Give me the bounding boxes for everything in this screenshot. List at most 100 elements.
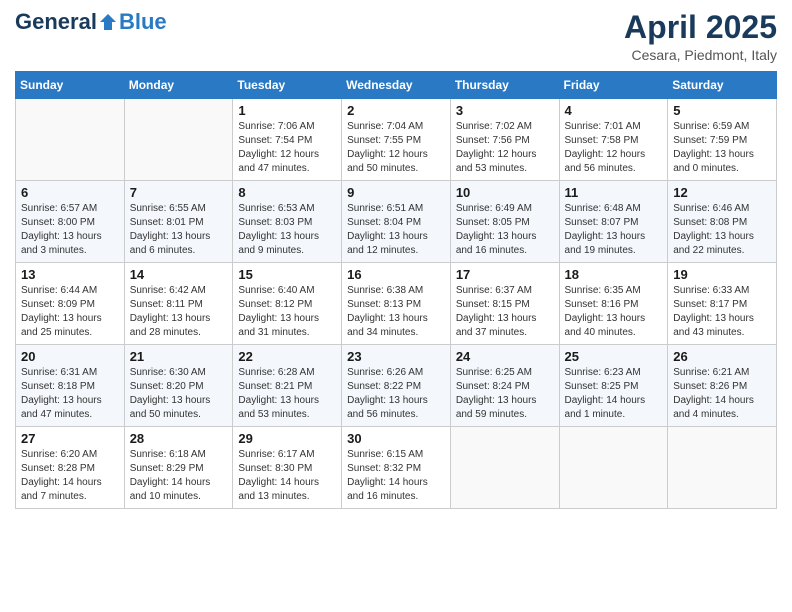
day-info: Sunrise: 6:20 AM Sunset: 8:28 PM Dayligh… — [21, 448, 119, 504]
day-info: Sunrise: 6:18 AM Sunset: 8:29 PM Dayligh… — [130, 448, 228, 504]
day-info: Sunrise: 6:25 AM Sunset: 8:24 PM Dayligh… — [456, 366, 554, 422]
day-info: Sunrise: 6:55 AM Sunset: 8:01 PM Dayligh… — [130, 202, 228, 258]
calendar-week-row: 1 Sunrise: 7:06 AM Sunset: 7:54 PM Daylig… — [16, 99, 777, 181]
calendar-cell: 15Sunrise: 6:40 AM Sunset: 8:12 PM Dayli… — [233, 263, 342, 345]
calendar-cell: 26Sunrise: 6:21 AM Sunset: 8:26 PM Dayli… — [668, 345, 777, 427]
day-number: 29 — [238, 431, 336, 446]
calendar-cell: 19 Sunrise: 6:33 AM Sunset: 8:17 PM Dayli… — [668, 263, 777, 345]
day-number: 6 — [21, 185, 119, 200]
weekday-header-monday: Monday — [124, 72, 233, 99]
weekday-header-saturday: Saturday — [668, 72, 777, 99]
weekday-header-sunday: Sunday — [16, 72, 125, 99]
day-number: 14 — [130, 267, 228, 282]
calendar-cell: 23Sunrise: 6:26 AM Sunset: 8:22 PM Dayli… — [342, 345, 451, 427]
day-info: Sunrise: 6:33 AM Sunset: 8:17 PM Dayligh… — [673, 284, 771, 340]
calendar-cell: 2 Sunrise: 7:04 AM Sunset: 7:55 PM Daylig… — [342, 99, 451, 181]
calendar-cell: 20 Sunrise: 6:31 AM Sunset: 8:18 PM Dayli… — [16, 345, 125, 427]
day-number: 25 — [565, 349, 663, 364]
day-info: Sunrise: 6:30 AM Sunset: 8:20 PM Dayligh… — [130, 366, 228, 422]
calendar-cell: 11 Sunrise: 6:48 AM Sunset: 8:07 PM Dayli… — [559, 181, 668, 263]
calendar-week-row: 20 Sunrise: 6:31 AM Sunset: 8:18 PM Dayli… — [16, 345, 777, 427]
day-info: Sunrise: 7:04 AM Sunset: 7:55 PM Dayligh… — [347, 120, 445, 176]
header: General Blue April 2025 Cesara, Piedmont… — [15, 10, 777, 63]
day-info: Sunrise: 6:17 AM Sunset: 8:30 PM Dayligh… — [238, 448, 336, 504]
calendar-cell: 13Sunrise: 6:44 AM Sunset: 8:09 PM Dayli… — [16, 263, 125, 345]
day-number: 18 — [565, 267, 663, 282]
weekday-header-thursday: Thursday — [450, 72, 559, 99]
day-info: Sunrise: 6:35 AM Sunset: 8:16 PM Dayligh… — [565, 284, 663, 340]
day-number: 28 — [130, 431, 228, 446]
calendar-cell: 12 Sunrise: 6:46 AM Sunset: 8:08 PM Dayli… — [668, 181, 777, 263]
calendar-cell: 22 Sunrise: 6:28 AM Sunset: 8:21 PM Dayli… — [233, 345, 342, 427]
day-info: Sunrise: 6:23 AM Sunset: 8:25 PM Dayligh… — [565, 366, 663, 422]
day-number: 24 — [456, 349, 554, 364]
calendar-table: SundayMondayTuesdayWednesdayThursdayFrid… — [15, 71, 777, 509]
day-number: 1 — [238, 103, 336, 118]
calendar-cell: 29 Sunrise: 6:17 AM Sunset: 8:30 PM Dayli… — [233, 427, 342, 509]
calendar-week-row: 6 Sunrise: 6:57 AM Sunset: 8:00 PM Daylig… — [16, 181, 777, 263]
day-number: 5 — [673, 103, 771, 118]
day-number: 2 — [347, 103, 445, 118]
day-number: 9 — [347, 185, 445, 200]
day-number: 30 — [347, 431, 445, 446]
calendar-cell: 27 Sunrise: 6:20 AM Sunset: 8:28 PM Dayli… — [16, 427, 125, 509]
calendar-cell — [450, 427, 559, 509]
calendar-week-row: 27 Sunrise: 6:20 AM Sunset: 8:28 PM Dayli… — [16, 427, 777, 509]
day-number: 20 — [21, 349, 119, 364]
day-number: 19 — [673, 267, 771, 282]
subtitle: Cesara, Piedmont, Italy — [624, 47, 777, 63]
main-title: April 2025 — [624, 10, 777, 45]
day-number: 8 — [238, 185, 336, 200]
day-info: Sunrise: 6:53 AM Sunset: 8:03 PM Dayligh… — [238, 202, 336, 258]
day-info: Sunrise: 6:37 AM Sunset: 8:15 PM Dayligh… — [456, 284, 554, 340]
day-info: Sunrise: 6:48 AM Sunset: 8:07 PM Dayligh… — [565, 202, 663, 258]
calendar-cell: 1 Sunrise: 7:06 AM Sunset: 7:54 PM Daylig… — [233, 99, 342, 181]
day-number: 27 — [21, 431, 119, 446]
calendar-cell: 25 Sunrise: 6:23 AM Sunset: 8:25 PM Dayli… — [559, 345, 668, 427]
day-info: Sunrise: 6:51 AM Sunset: 8:04 PM Dayligh… — [347, 202, 445, 258]
calendar-cell: 16 Sunrise: 6:38 AM Sunset: 8:13 PM Dayli… — [342, 263, 451, 345]
calendar-cell — [16, 99, 125, 181]
day-info: Sunrise: 7:01 AM Sunset: 7:58 PM Dayligh… — [565, 120, 663, 176]
calendar-week-row: 13Sunrise: 6:44 AM Sunset: 8:09 PM Dayli… — [16, 263, 777, 345]
day-number: 16 — [347, 267, 445, 282]
weekday-header-wednesday: Wednesday — [342, 72, 451, 99]
calendar-cell: 7Sunrise: 6:55 AM Sunset: 8:01 PM Daylig… — [124, 181, 233, 263]
logo-general: General — [15, 10, 97, 34]
calendar-cell — [124, 99, 233, 181]
calendar-cell: 5Sunrise: 6:59 AM Sunset: 7:59 PM Daylig… — [668, 99, 777, 181]
day-number: 23 — [347, 349, 445, 364]
day-info: Sunrise: 6:42 AM Sunset: 8:11 PM Dayligh… — [130, 284, 228, 340]
day-number: 12 — [673, 185, 771, 200]
day-number: 17 — [456, 267, 554, 282]
calendar-cell: 6 Sunrise: 6:57 AM Sunset: 8:00 PM Daylig… — [16, 181, 125, 263]
day-info: Sunrise: 6:31 AM Sunset: 8:18 PM Dayligh… — [21, 366, 119, 422]
calendar-cell: 4Sunrise: 7:01 AM Sunset: 7:58 PM Daylig… — [559, 99, 668, 181]
calendar-cell: 24 Sunrise: 6:25 AM Sunset: 8:24 PM Dayli… — [450, 345, 559, 427]
calendar-cell: 28 Sunrise: 6:18 AM Sunset: 8:29 PM Dayli… — [124, 427, 233, 509]
calendar-cell — [559, 427, 668, 509]
day-info: Sunrise: 6:21 AM Sunset: 8:26 PM Dayligh… — [673, 366, 771, 422]
day-info: Sunrise: 6:28 AM Sunset: 8:21 PM Dayligh… — [238, 366, 336, 422]
day-info: Sunrise: 6:49 AM Sunset: 8:05 PM Dayligh… — [456, 202, 554, 258]
day-info: Sunrise: 6:57 AM Sunset: 8:00 PM Dayligh… — [21, 202, 119, 258]
calendar-cell: 3Sunrise: 7:02 AM Sunset: 7:56 PM Daylig… — [450, 99, 559, 181]
day-info: Sunrise: 6:38 AM Sunset: 8:13 PM Dayligh… — [347, 284, 445, 340]
day-number: 10 — [456, 185, 554, 200]
calendar-cell: 9 Sunrise: 6:51 AM Sunset: 8:04 PM Daylig… — [342, 181, 451, 263]
calendar-cell: 30 Sunrise: 6:15 AM Sunset: 8:32 PM Dayli… — [342, 427, 451, 509]
day-number: 22 — [238, 349, 336, 364]
day-info: Sunrise: 6:46 AM Sunset: 8:08 PM Dayligh… — [673, 202, 771, 258]
calendar-cell: 18 Sunrise: 6:35 AM Sunset: 8:16 PM Dayli… — [559, 263, 668, 345]
weekday-header-tuesday: Tuesday — [233, 72, 342, 99]
day-number: 11 — [565, 185, 663, 200]
calendar-cell: 8 Sunrise: 6:53 AM Sunset: 8:03 PM Daylig… — [233, 181, 342, 263]
logo-blue: Blue — [119, 10, 167, 34]
day-info: Sunrise: 7:06 AM Sunset: 7:54 PM Dayligh… — [238, 120, 336, 176]
calendar-cell: 14 Sunrise: 6:42 AM Sunset: 8:11 PM Dayli… — [124, 263, 233, 345]
calendar-cell: 17 Sunrise: 6:37 AM Sunset: 8:15 PM Dayli… — [450, 263, 559, 345]
day-info: Sunrise: 6:15 AM Sunset: 8:32 PM Dayligh… — [347, 448, 445, 504]
day-number: 13 — [21, 267, 119, 282]
day-number: 3 — [456, 103, 554, 118]
logo: General Blue — [15, 10, 167, 34]
